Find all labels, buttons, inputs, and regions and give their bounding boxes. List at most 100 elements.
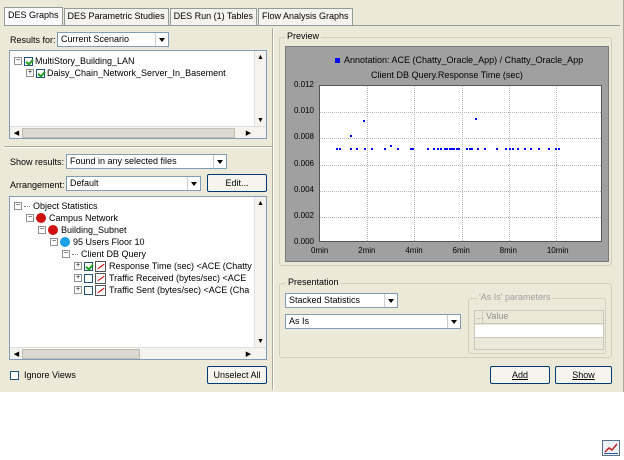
tree-item-scenario-child[interactable]: + Daisy_Chain_Network_Server_In_Basement [26, 67, 226, 79]
collapse-icon[interactable]: − [26, 214, 34, 222]
show-results-select[interactable]: Found in any selected files [66, 154, 227, 169]
chevron-down-icon[interactable] [187, 177, 200, 190]
data-point [508, 147, 511, 150]
tab-flow-analysis-graphs[interactable]: Flow Analysis Graphs [257, 8, 353, 25]
horizontal-scrollbar[interactable]: ◀ ▶ [10, 347, 266, 359]
x-tick-label: 10min [546, 246, 569, 255]
scroll-thumb[interactable] [22, 349, 140, 359]
add-button[interactable]: Add [490, 366, 550, 384]
add-button-label: Add [511, 370, 528, 380]
data-point [433, 147, 436, 150]
tree-item-client-db-query[interactable]: − Client DB Query [62, 248, 146, 260]
x-tick-label: 2min [358, 246, 376, 255]
checkbox-icon[interactable] [84, 273, 93, 283]
show-button[interactable]: Show [555, 366, 612, 384]
transform-select[interactable]: As Is [285, 314, 461, 329]
parameters-column-marker: ... [476, 311, 484, 323]
unselect-all-button[interactable]: Unselect All [207, 366, 267, 384]
arrangement-select[interactable]: Default [66, 176, 201, 191]
data-point [335, 147, 338, 150]
data-point [471, 147, 474, 150]
expand-icon[interactable]: + [74, 274, 82, 282]
preview-title: Preview [285, 31, 322, 41]
data-point [349, 147, 352, 150]
data-point [477, 147, 479, 150]
scroll-left-icon[interactable]: ◀ [11, 348, 22, 359]
tab-des-run-tables[interactable]: DES Run (1) Tables [169, 8, 257, 25]
expand-icon[interactable]: + [74, 286, 82, 294]
chart-icon[interactable] [602, 440, 620, 456]
ignore-views-checkbox[interactable]: Ignore Views [10, 370, 76, 380]
scroll-down-icon[interactable]: ▼ [255, 336, 266, 347]
ignore-views-label: Ignore Views [24, 370, 76, 380]
scroll-up-icon[interactable]: ▲ [255, 198, 266, 209]
tree-item-campus-network[interactable]: − Campus Network [26, 212, 118, 224]
scroll-right-icon[interactable]: ▶ [243, 348, 254, 359]
subnet-node-icon [36, 213, 46, 223]
scroll-right-icon[interactable]: ▶ [243, 127, 254, 138]
tab-des-parametric-studies[interactable]: DES Parametric Studies [63, 8, 169, 25]
scroll-thumb[interactable] [22, 128, 235, 138]
collapse-icon[interactable]: − [14, 57, 22, 65]
chevron-down-icon[interactable] [155, 33, 168, 46]
chevron-down-icon[interactable] [447, 315, 460, 328]
grid-line [461, 86, 463, 243]
tree-item-users-floor[interactable]: − 95 Users Floor 10 [50, 236, 145, 248]
scenario-tree[interactable]: − MultiStory_Building_LAN + Daisy_Chain_… [9, 50, 267, 139]
scroll-up-icon[interactable]: ▲ [255, 52, 266, 63]
checkbox-icon[interactable] [10, 370, 19, 380]
chevron-down-icon[interactable] [384, 294, 397, 307]
arrangement-label: Arrangement: [10, 180, 65, 190]
grid-line [555, 86, 557, 243]
tree-item-statistic[interactable]: + Traffic Sent (bytes/sec) <ACE (Cha [74, 284, 249, 296]
tab-divider [4, 25, 620, 26]
collapse-icon[interactable]: − [38, 226, 46, 234]
panel-splitter[interactable] [4, 146, 272, 148]
collapse-icon[interactable]: − [50, 238, 58, 246]
data-point [339, 147, 342, 150]
edit-arrangement-button[interactable]: Edit... [207, 174, 267, 192]
checkbox-icon[interactable] [84, 261, 93, 271]
scroll-left-icon[interactable]: ◀ [11, 127, 22, 138]
presentation-mode-select[interactable]: Stacked Statistics [285, 293, 398, 308]
checkbox-icon[interactable] [36, 68, 45, 78]
data-point [474, 117, 477, 120]
as-is-parameters-title: 'As Is' parameters [477, 292, 553, 302]
tree-item-statistic[interactable]: + Traffic Received (bytes/sec) <ACE [74, 272, 246, 284]
vertical-splitter[interactable] [272, 28, 274, 390]
vertical-scrollbar[interactable]: ▲ ▼ [254, 197, 266, 348]
presentation-title: Presentation [286, 277, 341, 287]
results-for-value: Current Scenario [61, 34, 130, 44]
collapse-icon[interactable]: − [14, 202, 22, 210]
tree-item-label: MultiStory_Building_LAN [35, 56, 135, 66]
vertical-scrollbar[interactable]: ▲ ▼ [254, 51, 266, 127]
data-point [436, 147, 439, 150]
checkbox-icon[interactable] [24, 56, 33, 66]
tree-connector [72, 253, 78, 255]
tree-item-scenario-root[interactable]: − MultiStory_Building_LAN [14, 55, 135, 67]
tree-item-label: Client DB Query [81, 249, 147, 259]
horizontal-scrollbar[interactable]: ◀ ▶ [10, 126, 266, 138]
expand-icon[interactable]: + [26, 69, 34, 77]
parameters-row[interactable] [475, 325, 603, 338]
data-point [370, 147, 373, 150]
y-tick-label: 0.002 [293, 210, 314, 220]
tree-item-building-subnet[interactable]: − Building_Subnet [38, 224, 127, 236]
graph-icon [95, 260, 106, 272]
y-tick-label: 0.012 [293, 80, 314, 89]
collapse-icon[interactable]: − [62, 250, 70, 258]
parameters-table[interactable]: ... Value [474, 310, 604, 350]
checkbox-icon[interactable] [84, 285, 93, 295]
y-tick-label: 0.004 [293, 184, 314, 194]
chevron-down-icon[interactable] [213, 155, 226, 168]
x-tick-label: 0min [311, 246, 329, 255]
data-point [458, 147, 461, 150]
scroll-down-icon[interactable]: ▼ [255, 115, 266, 126]
tree-item-object-statistics[interactable]: − Object Statistics [14, 200, 98, 212]
tree-item-statistic[interactable]: + Response Time (sec) <ACE (Chatty [74, 260, 252, 272]
results-for-select[interactable]: Current Scenario [57, 32, 169, 47]
statistics-tree[interactable]: − Object Statistics − Campus Network − B… [9, 196, 267, 360]
tree-item-label: Traffic Sent (bytes/sec) <ACE (Cha [109, 285, 250, 295]
tab-des-graphs[interactable]: DES Graphs [4, 7, 63, 25]
expand-icon[interactable]: + [74, 262, 82, 270]
